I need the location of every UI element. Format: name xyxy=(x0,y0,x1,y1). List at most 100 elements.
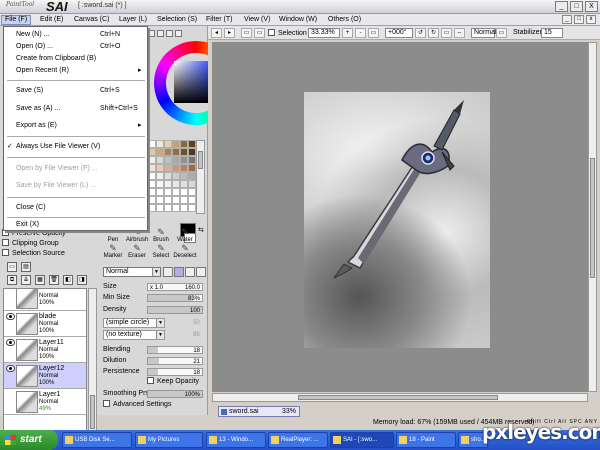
color-swatch[interactable] xyxy=(148,140,156,148)
menu-edit[interactable]: Edit (E) xyxy=(37,15,66,25)
zoom-out-button[interactable]: - xyxy=(355,28,366,38)
size-slider[interactable]: x 1.0 160.0 xyxy=(147,283,203,291)
mode-dropdown-button[interactable]: ▭ xyxy=(496,28,507,38)
flip-button[interactable]: ⇔ xyxy=(454,28,465,38)
advanced-settings-checkbox[interactable] xyxy=(103,400,110,407)
menu-view[interactable]: View (V) xyxy=(241,15,273,25)
swatch-scrollbar[interactable] xyxy=(196,140,205,214)
menu-open[interactable]: Open (O) ... Ctrl+O xyxy=(4,41,147,53)
brush-shape-option[interactable] xyxy=(185,267,195,277)
brush-shape-option[interactable] xyxy=(174,267,184,277)
layer-scroll-thumb[interactable] xyxy=(90,395,95,429)
smoothing-slider[interactable]: 100% xyxy=(147,390,203,398)
color-swatch[interactable] xyxy=(156,164,164,172)
horizontal-scroll-thumb[interactable] xyxy=(298,395,498,400)
menu-canvas[interactable]: Canvas (C) xyxy=(71,15,112,25)
minimize-button[interactable]: _ xyxy=(555,1,568,12)
color-swatch[interactable] xyxy=(172,156,180,164)
swatch-scroll-thumb[interactable] xyxy=(198,151,203,169)
color-swatch[interactable] xyxy=(188,188,196,196)
close-button[interactable]: X xyxy=(585,1,598,12)
clipping-group-checkbox[interactable] xyxy=(2,239,9,246)
visibility-eye-icon[interactable] xyxy=(6,365,15,372)
brush-texture-select[interactable]: (no texture) ▼ xyxy=(103,330,165,340)
taskbar-item-active[interactable]: SAI - [:swo... xyxy=(330,432,394,448)
keep-opacity-row[interactable]: Keep Opacity xyxy=(103,377,207,387)
menu-window[interactable]: Window (W) xyxy=(276,15,320,25)
color-swatch[interactable] xyxy=(172,140,180,148)
taskbar-item[interactable]: USB Disk Se... xyxy=(62,432,132,448)
rotate-right-button[interactable]: ↻ xyxy=(428,28,439,38)
document-tab[interactable]: sword.sai 33% xyxy=(218,406,300,417)
visibility-eye-icon[interactable] xyxy=(6,339,15,346)
menu-save-as[interactable]: Save as (A) ... Shift+Ctrl+S xyxy=(4,103,147,115)
visibility-eye-icon[interactable] xyxy=(6,313,15,320)
color-swatch[interactable] xyxy=(148,204,156,212)
persistence-slider[interactable]: 18 xyxy=(147,368,203,376)
color-swatch[interactable] xyxy=(188,148,196,156)
canvas-area[interactable] xyxy=(212,42,588,392)
toolbar-button[interactable]: ▭ xyxy=(241,28,252,38)
blend-mode-select[interactable]: Normal ▼ xyxy=(103,267,161,277)
rotate-reset-button[interactable]: ▭ xyxy=(441,28,452,38)
tool-water[interactable]: ✎ Water xyxy=(173,228,197,244)
color-swatch[interactable] xyxy=(172,204,180,212)
color-swatch[interactable] xyxy=(188,172,196,180)
toolbar-button[interactable]: ▸ xyxy=(224,28,235,38)
color-wheel[interactable] xyxy=(138,31,208,135)
mdi-minimize-button[interactable]: _ xyxy=(562,15,572,24)
zoom-in-button[interactable]: + xyxy=(342,28,353,38)
color-swatch[interactable] xyxy=(164,188,172,196)
menu-always-use-file-viewer[interactable]: ✓ Always Use File Viewer (V) xyxy=(4,141,147,153)
menu-selection[interactable]: Selection (S) xyxy=(154,15,200,25)
new-layer-icon[interactable]: ▭ xyxy=(7,262,17,272)
color-swatch[interactable] xyxy=(188,140,196,148)
color-swatch[interactable] xyxy=(172,172,180,180)
vertical-scroll-thumb[interactable] xyxy=(590,158,595,278)
keep-opacity-option[interactable]: Keep Opacity xyxy=(147,377,199,387)
blending-slider[interactable]: 18 xyxy=(147,346,203,354)
color-swatch[interactable] xyxy=(188,156,196,164)
color-swatch[interactable] xyxy=(180,156,188,164)
clear-layer-icon[interactable]: ▦ xyxy=(35,275,45,285)
layer-mask-icon[interactable]: ◧ xyxy=(63,275,73,285)
tool-deselect[interactable]: ✎ Deselect xyxy=(173,244,197,260)
merge-layer-icon[interactable]: ⇊ xyxy=(21,275,31,285)
color-swatch[interactable] xyxy=(164,140,172,148)
color-swatch[interactable] xyxy=(156,140,164,148)
brush-shape-option[interactable] xyxy=(163,267,173,277)
color-swatch[interactable] xyxy=(180,188,188,196)
canvas-paper[interactable] xyxy=(304,92,490,348)
color-swatch[interactable] xyxy=(156,156,164,164)
menu-new[interactable]: New (N) ... Ctrl+N xyxy=(4,29,147,41)
color-swatch[interactable] xyxy=(180,172,188,180)
menu-others[interactable]: Others (O) xyxy=(325,15,364,25)
color-swatch[interactable] xyxy=(188,204,196,212)
color-swatch[interactable] xyxy=(164,156,172,164)
menu-open-recent[interactable]: Open Recent (R) ▸ xyxy=(4,65,147,77)
selection-source-option[interactable]: Selection Source xyxy=(2,249,65,259)
color-swatch[interactable] xyxy=(148,188,156,196)
color-swatch[interactable] xyxy=(180,148,188,156)
menu-filter[interactable]: Filter (T) xyxy=(203,15,235,25)
angle-field[interactable]: +000° xyxy=(385,28,413,38)
color-swatch[interactable] xyxy=(188,164,196,172)
tool-eraser[interactable]: ✎ Eraser xyxy=(125,244,149,260)
taskbar-item[interactable]: My Pictures xyxy=(135,432,203,448)
color-swatch[interactable] xyxy=(156,188,164,196)
color-swatch[interactable] xyxy=(180,180,188,188)
keep-opacity-checkbox[interactable] xyxy=(147,377,154,384)
color-swatch[interactable] xyxy=(148,156,156,164)
apply-mask-icon[interactable]: ◨ xyxy=(77,275,87,285)
density-slider[interactable]: 100 xyxy=(147,306,203,314)
color-swatch[interactable] xyxy=(172,188,180,196)
menu-export-as[interactable]: Export as (E) ▸ xyxy=(4,120,147,132)
canvas-vertical-scrollbar[interactable] xyxy=(588,42,597,392)
saturation-value-square[interactable] xyxy=(174,61,208,103)
mdi-restore-button[interactable]: □ xyxy=(574,15,584,24)
mdi-close-button[interactable]: x xyxy=(586,15,596,24)
selection-source-checkbox[interactable] xyxy=(2,249,9,256)
start-button[interactable]: start xyxy=(0,430,58,450)
color-swatch[interactable] xyxy=(156,204,164,212)
color-swatch[interactable] xyxy=(172,164,180,172)
